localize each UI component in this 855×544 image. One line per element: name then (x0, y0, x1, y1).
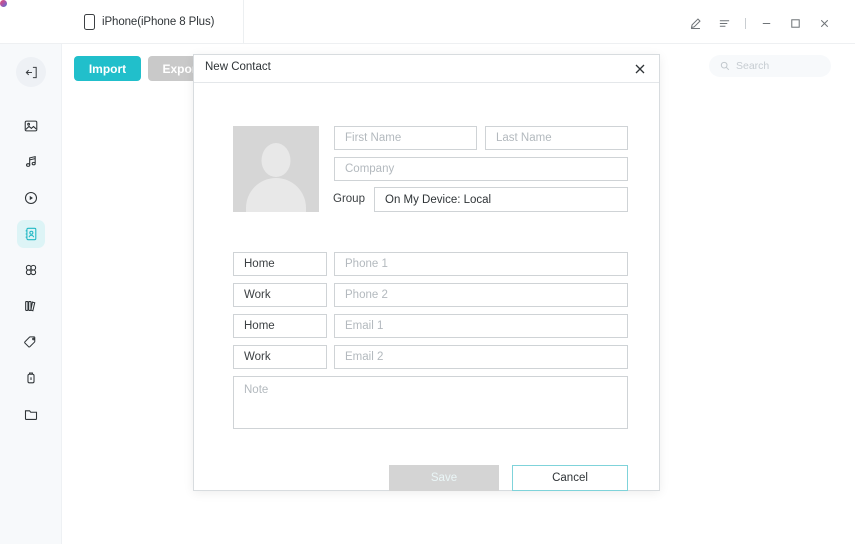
sidebar-item-photos[interactable] (0, 108, 62, 144)
new-contact-dialog: New Contact First Name Last Name Company… (193, 54, 660, 491)
avatar-body-shape (246, 178, 306, 212)
minimize-icon[interactable] (752, 12, 781, 34)
books-icon (17, 292, 45, 320)
sidebar-item-music[interactable] (0, 144, 62, 180)
device-tab-label: iPhone(iPhone 8 Plus) (102, 15, 215, 28)
sidebar-item-videos[interactable] (0, 180, 62, 216)
edit-pencil-icon[interactable] (681, 12, 710, 34)
sidebar (0, 44, 64, 544)
sidebar-item-backup[interactable] (0, 360, 62, 396)
last-name-input[interactable]: Last Name (485, 126, 628, 150)
first-name-input[interactable]: First Name (334, 126, 477, 150)
play-circle-icon (17, 184, 45, 212)
contact-avatar-placeholder[interactable] (233, 126, 319, 212)
sidebar-item-bookmarks[interactable] (0, 324, 62, 360)
close-icon[interactable] (810, 12, 839, 34)
phone-1-type-select[interactable]: Home (233, 252, 327, 276)
collapse-sidebar-icon[interactable] (16, 57, 46, 87)
search-placeholder: Search (736, 60, 770, 72)
email-2-input[interactable]: Email 2 (334, 345, 628, 369)
battery-icon (17, 364, 45, 392)
tag-icon (17, 328, 45, 356)
application-window: iPhone(iPhone 8 Plus) Import Export Sear… (0, 0, 855, 544)
phone-2-input[interactable]: Phone 2 (334, 283, 628, 307)
sidebar-item-apps[interactable] (0, 252, 62, 288)
sidebar-items (0, 108, 64, 432)
menu-icon[interactable] (710, 12, 739, 34)
contacts-book-icon (17, 220, 45, 248)
sidebar-item-contacts[interactable] (0, 216, 64, 252)
email-2-type-select[interactable]: Work (233, 345, 327, 369)
apps-grid-icon (17, 256, 45, 284)
import-button[interactable]: Import (74, 56, 141, 81)
window-controls (681, 12, 839, 34)
phone-2-type-select[interactable]: Work (233, 283, 327, 307)
cancel-button[interactable]: Cancel (512, 465, 628, 491)
sidebar-item-files[interactable] (0, 396, 62, 432)
image-icon (17, 112, 45, 140)
save-button[interactable]: Save (389, 465, 499, 491)
email-1-type-select[interactable]: Home (233, 314, 327, 338)
dialog-header: New Contact (194, 55, 659, 83)
music-note-icon (17, 148, 45, 176)
group-select[interactable]: On My Device: Local (374, 187, 628, 212)
email-1-input[interactable]: Email 1 (334, 314, 628, 338)
close-icon[interactable] (629, 58, 651, 80)
device-tab[interactable]: iPhone(iPhone 8 Plus) (62, 0, 244, 43)
dialog-title: New Contact (205, 61, 271, 73)
maximize-icon[interactable] (781, 12, 810, 34)
phone-icon (84, 13, 95, 30)
phone-1-input[interactable]: Phone 1 (334, 252, 628, 276)
dialog-body: First Name Last Name Company Group On My… (194, 83, 659, 491)
search-input[interactable]: Search (709, 55, 831, 77)
folder-icon (17, 400, 45, 428)
search-icon (720, 61, 730, 71)
control-divider (739, 12, 752, 34)
app-logo-icon (0, 0, 7, 7)
title-bar: iPhone(iPhone 8 Plus) (0, 0, 855, 44)
sidebar-item-books[interactable] (0, 288, 62, 324)
group-label: Group (333, 193, 365, 205)
note-textarea[interactable]: Note (233, 376, 628, 429)
avatar-head-shape (261, 143, 291, 177)
company-input[interactable]: Company (334, 157, 628, 181)
